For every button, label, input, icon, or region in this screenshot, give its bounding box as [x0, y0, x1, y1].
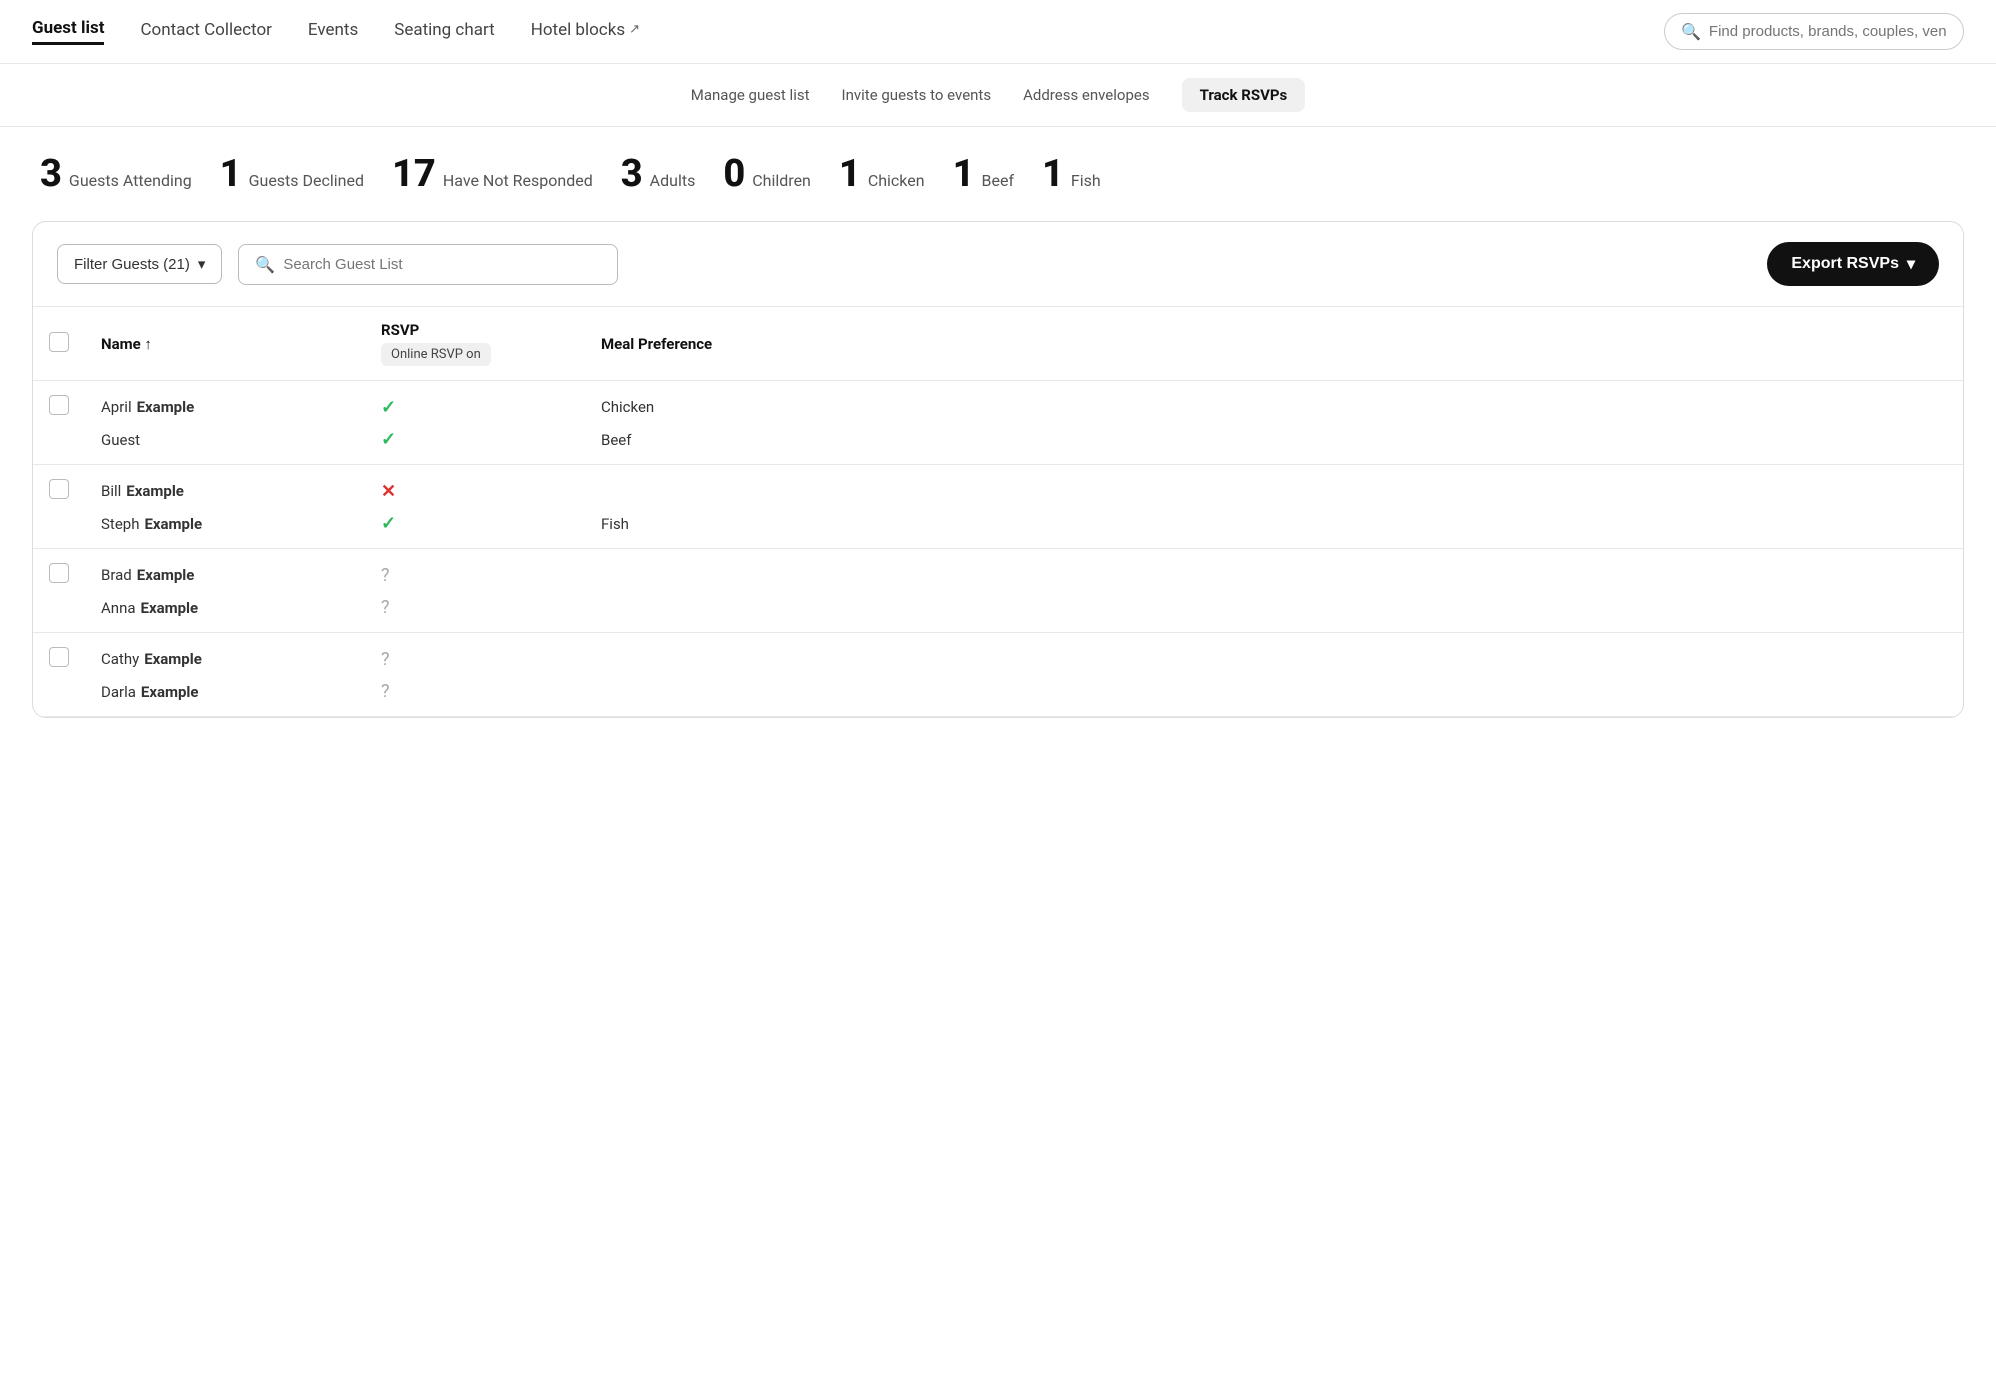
rsvp-unknown-icon: ? — [381, 649, 390, 670]
rsvp-yes-icon: ✓ — [381, 513, 396, 534]
col-header-name[interactable]: Name ↑ — [85, 307, 365, 381]
stat-number-fish: 1 — [1042, 155, 1064, 193]
guest-last-name: Example — [137, 566, 195, 584]
stat-number-attending: 3 — [40, 155, 62, 193]
row-checkbox[interactable] — [49, 647, 69, 667]
table-row: Darla Example? — [33, 677, 1963, 716]
guest-last-name: Example — [144, 515, 202, 533]
stat-number-adults: 3 — [621, 155, 643, 193]
guest-last-name: Example — [141, 599, 199, 617]
stat-label-beef: Beef — [982, 171, 1015, 190]
sub-nav-invite-guests[interactable]: Invite guests to events — [842, 86, 992, 104]
search-bar[interactable]: 🔍 — [238, 244, 618, 285]
stat-attending: 3 Guests Attending — [40, 155, 192, 193]
stat-not-responded: 17 Have Not Responded — [392, 155, 593, 193]
guest-first-name: Anna — [101, 599, 136, 617]
stat-beef: 1 Beef — [953, 155, 1014, 193]
stat-label-children: Children — [752, 171, 811, 190]
rsvp-unknown-icon: ? — [381, 597, 390, 618]
meal-preference: Fish — [601, 515, 629, 533]
sub-nav: Manage guest list Invite guests to event… — [0, 64, 1996, 127]
col-header-meal: Meal Preference — [585, 307, 1963, 381]
row-checkbox[interactable] — [49, 563, 69, 583]
stat-label-declined: Guests Declined — [249, 171, 364, 190]
stat-chicken: 1 Chicken — [839, 155, 925, 193]
stat-declined: 1 Guests Declined — [220, 155, 364, 193]
table-row: Anna Example? — [33, 593, 1963, 632]
export-rsvps-button[interactable]: Export RSVPs ▾ — [1767, 242, 1939, 286]
stat-number-not-responded: 17 — [392, 155, 436, 193]
meal-preference: Beef — [601, 431, 631, 449]
guest-last-name: Example — [126, 482, 184, 500]
guest-table: Name ↑ RSVP Online RSVP on Meal Preferen… — [33, 307, 1963, 717]
sub-nav-address-envelopes[interactable]: Address envelopes — [1023, 86, 1150, 104]
nav-item-seating-chart[interactable]: Seating chart — [394, 20, 494, 44]
guest-first-name: Bill — [101, 482, 121, 500]
sub-nav-manage-guest-list[interactable]: Manage guest list — [691, 86, 810, 104]
table-row: Steph Example ✓ Fish — [33, 509, 1963, 548]
chevron-down-icon: ▾ — [198, 255, 206, 273]
table-row: Guest ✓ Beef — [33, 425, 1963, 464]
stats-row: 3 Guests Attending 1 Guests Declined 17 Have … — [0, 127, 1996, 213]
guest-last-name: Example — [137, 398, 195, 416]
nav-bar: Guest list Contact Collector Events Seat… — [0, 0, 1996, 64]
rsvp-yes-icon: ✓ — [381, 429, 396, 450]
filter-button[interactable]: Filter Guests (21) ▾ — [57, 244, 222, 284]
guest-table-container: Filter Guests (21) ▾ 🔍 Export RSVPs ▾ Na… — [32, 221, 1964, 718]
stat-label-chicken: Chicken — [868, 171, 925, 190]
rsvp-no-icon: ✕ — [381, 481, 396, 502]
guest-first-name: Steph — [101, 515, 139, 533]
guest-first-name: April — [101, 398, 132, 416]
row-checkbox[interactable] — [49, 479, 69, 499]
rsvp-unknown-icon: ? — [381, 681, 390, 702]
nav-item-contact-collector[interactable]: Contact Collector — [140, 20, 271, 44]
stat-children: 0 Children — [723, 155, 811, 193]
stat-number-children: 0 — [723, 155, 745, 193]
stat-fish: 1 Fish — [1042, 155, 1101, 193]
stat-number-beef: 1 — [953, 155, 975, 193]
guest-last-name: Example — [144, 650, 202, 668]
stat-label-adults: Adults — [650, 171, 696, 190]
select-all-checkbox-header[interactable] — [33, 307, 85, 381]
col-header-rsvp: RSVP Online RSVP on — [365, 307, 585, 381]
table-toolbar: Filter Guests (21) ▾ 🔍 Export RSVPs ▾ — [33, 222, 1963, 307]
rsvp-unknown-icon: ? — [381, 565, 390, 586]
search-input[interactable] — [283, 256, 601, 273]
guest-first-name: Cathy — [101, 650, 139, 668]
row-checkbox[interactable] — [49, 395, 69, 415]
stat-label-not-responded: Have Not Responded — [443, 171, 593, 190]
stat-number-chicken: 1 — [839, 155, 861, 193]
nav-item-events[interactable]: Events — [308, 20, 358, 44]
search-icon: 🔍 — [1681, 22, 1701, 41]
table-row: Brad Example? — [33, 549, 1963, 594]
guest-last-name: Example — [141, 683, 199, 701]
rsvp-yes-icon: ✓ — [381, 397, 396, 418]
table-row: Cathy Example? — [33, 633, 1963, 678]
guest-name: Guest — [101, 431, 140, 449]
search-icon: 🔍 — [255, 255, 275, 274]
stat-label-fish: Fish — [1071, 171, 1101, 190]
nav-item-guest-list[interactable]: Guest list — [32, 18, 104, 45]
stat-number-declined: 1 — [220, 155, 242, 193]
stat-label-attending: Guests Attending — [69, 171, 192, 190]
nav-item-hotel-blocks[interactable]: Hotel blocks ↗ — [531, 20, 640, 44]
table-row: Bill Example ✕ — [33, 465, 1963, 510]
external-link-icon: ↗ — [629, 22, 640, 37]
nav-search-bar[interactable]: 🔍 — [1664, 13, 1964, 50]
chevron-down-icon: ▾ — [1907, 254, 1915, 274]
guest-first-name: Brad — [101, 566, 132, 584]
table-row: April Example ✓ Chicken — [33, 381, 1963, 426]
stat-adults: 3 Adults — [621, 155, 696, 193]
table-header-row: Name ↑ RSVP Online RSVP on Meal Preferen… — [33, 307, 1963, 381]
guest-first-name: Darla — [101, 683, 136, 701]
meal-preference: Chicken — [601, 398, 654, 416]
nav-search-input[interactable] — [1709, 23, 1947, 40]
sub-nav-track-rsvps[interactable]: Track RSVPs — [1182, 78, 1306, 112]
